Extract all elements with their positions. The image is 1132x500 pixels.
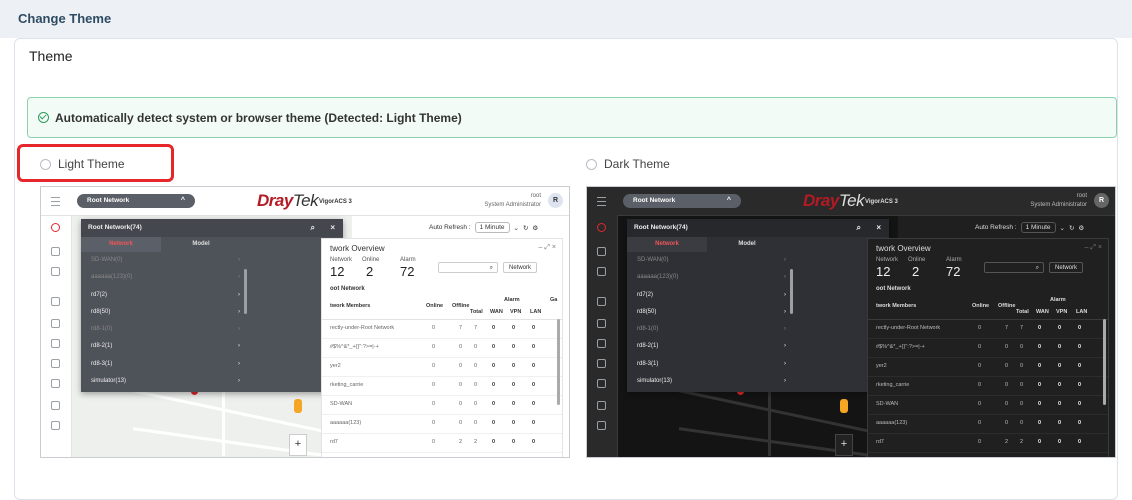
chart-icon: [597, 401, 606, 410]
avatar: R: [548, 193, 563, 208]
zoom-in-button: +: [289, 434, 307, 456]
sliders-icon: [597, 267, 606, 276]
auto-detect-text: Automatically detect system or browser t…: [55, 110, 462, 125]
globe-icon: [51, 359, 60, 368]
street-view-icon: [294, 399, 302, 413]
wrench-icon: [51, 297, 60, 306]
menu-icon: [51, 197, 60, 206]
search-icon: ⌕: [310, 223, 315, 232]
dark-theme-radio[interactable]: [586, 158, 597, 170]
tree-item: rd8(50) ›: [637, 308, 786, 315]
tree-item: aaaaaa(123)(0) ›: [91, 274, 240, 281]
tree-item: SD-WAN(0) ›: [637, 257, 786, 263]
draytek-logo: DrayTek: [257, 191, 319, 210]
tab-model: Model: [192, 241, 210, 247]
section-header: Change Theme: [0, 0, 1132, 38]
user-info: root System Administrator: [1030, 193, 1087, 208]
network-selector: Root Network: [77, 194, 195, 208]
auto-detect-alert: Automatically detect system or browser t…: [27, 97, 1117, 138]
tree-item: simulator(13) ›: [91, 378, 240, 385]
dashboard-icon: [51, 223, 60, 232]
preview-sidebar: [41, 215, 72, 457]
tree-item: rd8(50) ›: [91, 308, 240, 315]
chart-icon: [51, 401, 60, 410]
close-icon: ×: [876, 223, 881, 232]
network-overview: twork Overview – ⤢ × Network 12 Online 2 A…: [867, 238, 1109, 457]
preview-topbar: Root Network DrayTek VigorACS 3 rootSyst…: [41, 187, 569, 216]
info-icon: [597, 421, 606, 430]
tree-item: rd8-1(0) ›: [91, 326, 240, 333]
menu-icon: [597, 197, 606, 206]
tree-item: rd8-2(1) ›: [91, 343, 240, 350]
highlight-box: [17, 144, 174, 182]
network-overview: twork Overview – ⤢ × Network 12 Online 2 A…: [321, 238, 563, 457]
preview-sidebar: [587, 215, 618, 457]
tree-list: SD-WAN(0) › aaaaaa(123)(0) › rd7(2) › rd8(5…: [627, 252, 792, 390]
dark-theme-option[interactable]: Dark Theme: [586, 157, 670, 171]
tree-item: rd8-2(1) ›: [637, 343, 786, 350]
sliders-icon: [51, 267, 60, 276]
globe-icon: [597, 359, 606, 368]
light-theme-preview[interactable]: Root Network DrayTek VigorACS 3 rootSyst…: [40, 186, 570, 458]
monitor-icon: [51, 339, 60, 348]
list-icon: [51, 319, 60, 328]
user-info: root System Administrator: [484, 193, 541, 208]
tree-item: rd8-1(0) ›: [637, 326, 786, 333]
monitor-icon: [597, 339, 606, 348]
tab-network: Network: [81, 237, 161, 252]
info-icon: [51, 421, 60, 430]
gear-icon: [597, 379, 606, 388]
tab-network: Network: [627, 237, 707, 252]
dark-theme-label[interactable]: Dark Theme: [604, 157, 670, 171]
section-title: Change Theme: [18, 11, 112, 26]
product-name: VigorACS 3: [319, 199, 352, 205]
tree-item: simulator(13) ›: [637, 378, 786, 385]
auto-refresh: Auto Refresh : 1 Minute ⌄ ↻ ⚙: [429, 222, 539, 233]
grid-icon: [51, 247, 60, 256]
list-icon: [597, 319, 606, 328]
card-title: Theme: [29, 48, 73, 64]
tree-item: rd8-3(1) ›: [91, 360, 240, 367]
avatar: R: [1094, 193, 1109, 208]
street-view-icon: [840, 399, 848, 413]
dark-theme-preview[interactable]: Root Network DrayTek VigorACS 3 rootSyst…: [586, 186, 1116, 458]
close-icon: ×: [330, 223, 335, 232]
preview-topbar: Root Network DrayTek VigorACS 3 rootSyst…: [587, 187, 1115, 216]
search-icon: ⌕: [856, 223, 861, 232]
network-tree-panel: Root Network(74)⌕× Network Model ↻ SD-WA…: [627, 219, 889, 392]
tree-item: aaaaaa(123)(0) ›: [637, 274, 786, 281]
network-tree-panel: Root Network(74)⌕× Network Model ↻ SD-WA…: [81, 219, 343, 392]
grid-icon: [597, 247, 606, 256]
product-name: VigorACS 3: [865, 199, 898, 205]
zoom-in-button: +: [835, 434, 853, 456]
network-selector: Root Network: [623, 194, 741, 208]
tree-item: rd8-3(1) ›: [637, 360, 786, 367]
tree-item: rd7(2) ›: [91, 291, 240, 298]
tree-item: rd7(2) ›: [637, 291, 786, 298]
gear-icon: [51, 379, 60, 388]
wrench-icon: [597, 297, 606, 306]
check-circle-icon: [38, 112, 49, 123]
tree-list: SD-WAN(0) › aaaaaa(123)(0) › rd7(2) › rd8(5…: [81, 252, 246, 390]
dashboard-icon: [597, 223, 606, 232]
draytek-logo: DrayTek: [803, 191, 865, 210]
tab-model: Model: [738, 241, 756, 247]
auto-refresh: Auto Refresh : 1 Minute ⌄ ↻ ⚙: [975, 222, 1085, 233]
tree-item: SD-WAN(0) ›: [91, 257, 240, 263]
